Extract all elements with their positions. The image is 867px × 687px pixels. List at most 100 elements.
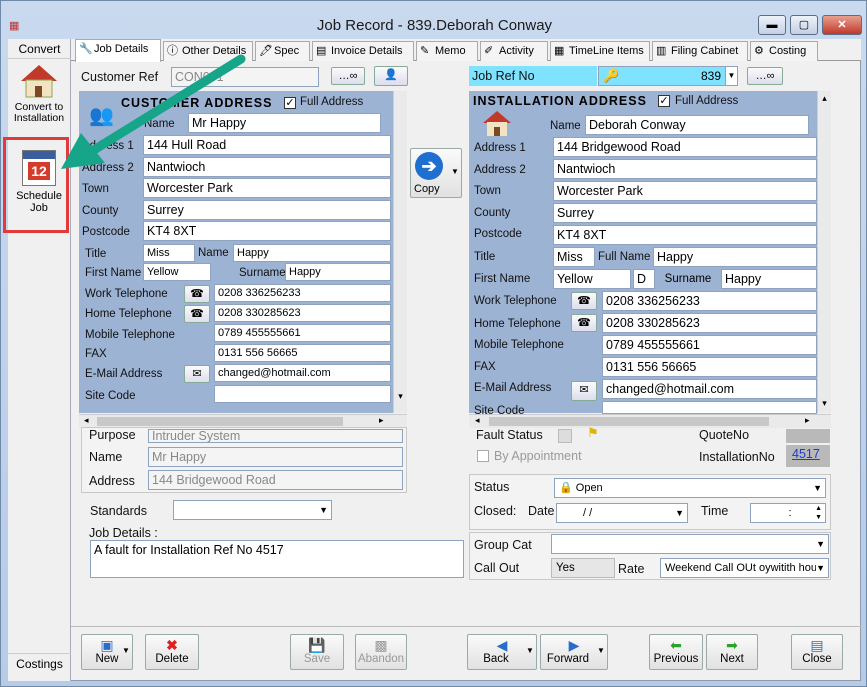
save-button[interactable]: 💾 Save [290, 634, 344, 670]
tab-filing-cabinet[interactable]: ▥ Filing Cabinet [652, 41, 748, 61]
back-button[interactable]: ◀ Back ▼ [467, 634, 537, 670]
tab-invoice-details[interactable]: ▤ Invoice Details [312, 41, 414, 61]
customer-home-phone-button[interactable]: ☎ [184, 305, 210, 323]
customer-fax-field[interactable]: 0131 556 56665 [214, 344, 391, 362]
key-icon: 🔑 [603, 68, 620, 83]
installation-work-phone-button[interactable]: ☎ [571, 292, 597, 310]
customer-home-tel-label: Home Telephone [85, 308, 172, 320]
customer-fax-label: FAX [85, 348, 107, 360]
tab-activity[interactable]: ✐ Activity [480, 41, 548, 61]
job-name-field[interactable]: Mr Happy [148, 447, 403, 467]
status-select[interactable]: 🔒 Open ▼ [554, 478, 826, 498]
installationno-link[interactable]: 4517 [786, 445, 830, 467]
installation-vscroll[interactable]: ▴ ▾ [817, 91, 831, 413]
customer-postcode-field[interactable]: KT4 8XT [143, 221, 391, 241]
title-bar: ▦ Job Record - 839.Deborah Conway ▬ ▢ ✕ [1, 1, 867, 35]
customer-name2-field[interactable]: Happy [233, 244, 391, 262]
next-button[interactable]: ➡ Next [706, 634, 758, 670]
tab-spec[interactable]: 🖊 Spec [255, 41, 310, 61]
installation-email-field[interactable]: changed@hotmail.com [602, 379, 817, 399]
job-details-textarea[interactable]: A fault for Installation Ref No 4517 [90, 540, 464, 578]
status-value: Open [575, 482, 603, 494]
copy-button[interactable]: ➔ Copy ▼ [410, 148, 462, 198]
installation-firstname-field[interactable]: Yellow [553, 269, 631, 289]
rate-select[interactable]: Weekend Call OUt oywitith hou ▼ [660, 558, 829, 578]
installation-full-address-label: Full Address [675, 95, 739, 107]
call-out-field[interactable]: Yes [551, 558, 615, 578]
jobref-dropdown-arrow[interactable]: ▼ [725, 66, 738, 86]
installation-town-field[interactable]: Worcester Park [553, 181, 817, 201]
customer-hscroll[interactable]: ◂ ▸ [79, 414, 407, 428]
tab-timeline-items[interactable]: ▦ TimeLine Items [550, 41, 650, 61]
installation-mobile-field[interactable]: 0789 455555661 [602, 335, 817, 355]
document-icon: 🖊 [259, 45, 273, 57]
customer-work-tel-field[interactable]: 0208 336256233 [214, 284, 391, 302]
purpose-field[interactable]: Intruder System [148, 429, 403, 443]
delete-button[interactable]: ✖ Delete [145, 634, 199, 670]
tab-memo[interactable]: ✎ Memo [416, 41, 478, 61]
installation-work-tel-field[interactable]: 0208 336256233 [602, 291, 817, 311]
customer-county-field[interactable]: Surrey [143, 200, 391, 220]
customer-name2-label: Name [198, 247, 229, 259]
customer-site-code-field[interactable] [214, 385, 391, 403]
customer-lookup-button[interactable]: …∞ [331, 67, 365, 85]
add-customer-button[interactable]: 👤 [374, 66, 408, 86]
installation-home-phone-button[interactable]: ☎ [571, 314, 597, 332]
installation-surname-field[interactable]: Happy [721, 269, 817, 289]
by-appointment-checkbox[interactable] [477, 450, 489, 462]
installation-site-code-field[interactable] [602, 401, 817, 414]
customer-town-field[interactable]: Worcester Park [143, 178, 391, 198]
phone-icon: ☎ [190, 288, 204, 300]
installation-title-field[interactable]: Miss [553, 247, 595, 267]
toolbar-divider [71, 626, 861, 627]
customer-work-phone-button[interactable]: ☎ [184, 285, 210, 303]
installation-address2-field[interactable]: Nantwioch [553, 159, 817, 179]
closed-date-picker[interactable]: / / ▼ [556, 503, 688, 523]
installation-name-field[interactable]: Deborah Conway [585, 115, 809, 135]
minimize-button[interactable]: ▬ [758, 15, 786, 35]
close-button[interactable]: ▤ Close [791, 634, 843, 670]
installation-fullname-field[interactable]: Happy [653, 247, 817, 267]
customer-full-address-checkbox[interactable]: ✓ [284, 97, 296, 109]
customer-vscroll[interactable]: ▾ [393, 91, 407, 413]
abandon-button[interactable]: ▩ Abandon [355, 634, 407, 670]
tab-label: Memo [435, 45, 466, 57]
customer-firstname-field[interactable]: Yellow [143, 263, 211, 281]
customer-email-button[interactable]: ✉ [184, 365, 210, 383]
closed-time-picker[interactable]: : ▲ ▼ [750, 503, 826, 523]
previous-button[interactable]: ⬅ Previous [649, 634, 703, 670]
customer-email-field[interactable]: changed@hotmail.com [214, 364, 391, 382]
cabinet-icon: ▥ [656, 45, 667, 57]
job-address-field[interactable]: 144 Bridgewood Road [148, 470, 403, 490]
installation-county-field[interactable]: Surrey [553, 203, 817, 223]
tab-label: Activity [499, 45, 534, 57]
maximize-button[interactable]: ▢ [790, 15, 818, 35]
date-label: Date [528, 504, 555, 518]
customer-title-field[interactable]: Miss [143, 244, 195, 262]
standards-select[interactable]: ▼ [173, 500, 332, 520]
close-window-button[interactable]: ✕ [822, 15, 862, 35]
previous-label: Previous [653, 653, 699, 665]
customer-mobile-field[interactable]: 0789 455555661 [214, 324, 391, 342]
installation-initial-field[interactable]: D [633, 269, 655, 289]
installation-postcode-field[interactable]: KT4 8XT [553, 225, 817, 245]
forward-button[interactable]: ▶ Forward ▼ [540, 634, 608, 670]
quoteno-field[interactable] [786, 429, 830, 443]
group-cat-select[interactable]: ▼ [551, 534, 829, 554]
customer-surname-field[interactable]: Happy [285, 263, 391, 281]
jobref-lookup-button[interactable]: …∞ [747, 67, 783, 85]
customer-home-tel-field[interactable]: 0208 330285623 [214, 304, 391, 322]
installation-address1-field[interactable]: 144 Bridgewood Road [553, 137, 817, 157]
fault-status-field[interactable] [558, 429, 572, 443]
new-button[interactable]: ▣ New ▼ [81, 634, 133, 670]
abandon-label: Abandon [357, 653, 405, 665]
tab-costing[interactable]: ⚙ Costing [750, 41, 818, 61]
installation-email-button[interactable]: ✉ [571, 381, 597, 401]
jobref-select[interactable]: 🔑 839 [598, 66, 726, 86]
costings-header[interactable]: Costings [8, 653, 71, 673]
installation-home-tel-field[interactable]: 0208 330285623 [602, 313, 817, 333]
installation-fax-field[interactable]: 0131 556 56665 [602, 357, 817, 377]
installation-full-address-checkbox[interactable]: ✓ [658, 95, 670, 107]
annotation-arrow [61, 54, 246, 169]
phone-icon: ☎ [577, 317, 591, 329]
